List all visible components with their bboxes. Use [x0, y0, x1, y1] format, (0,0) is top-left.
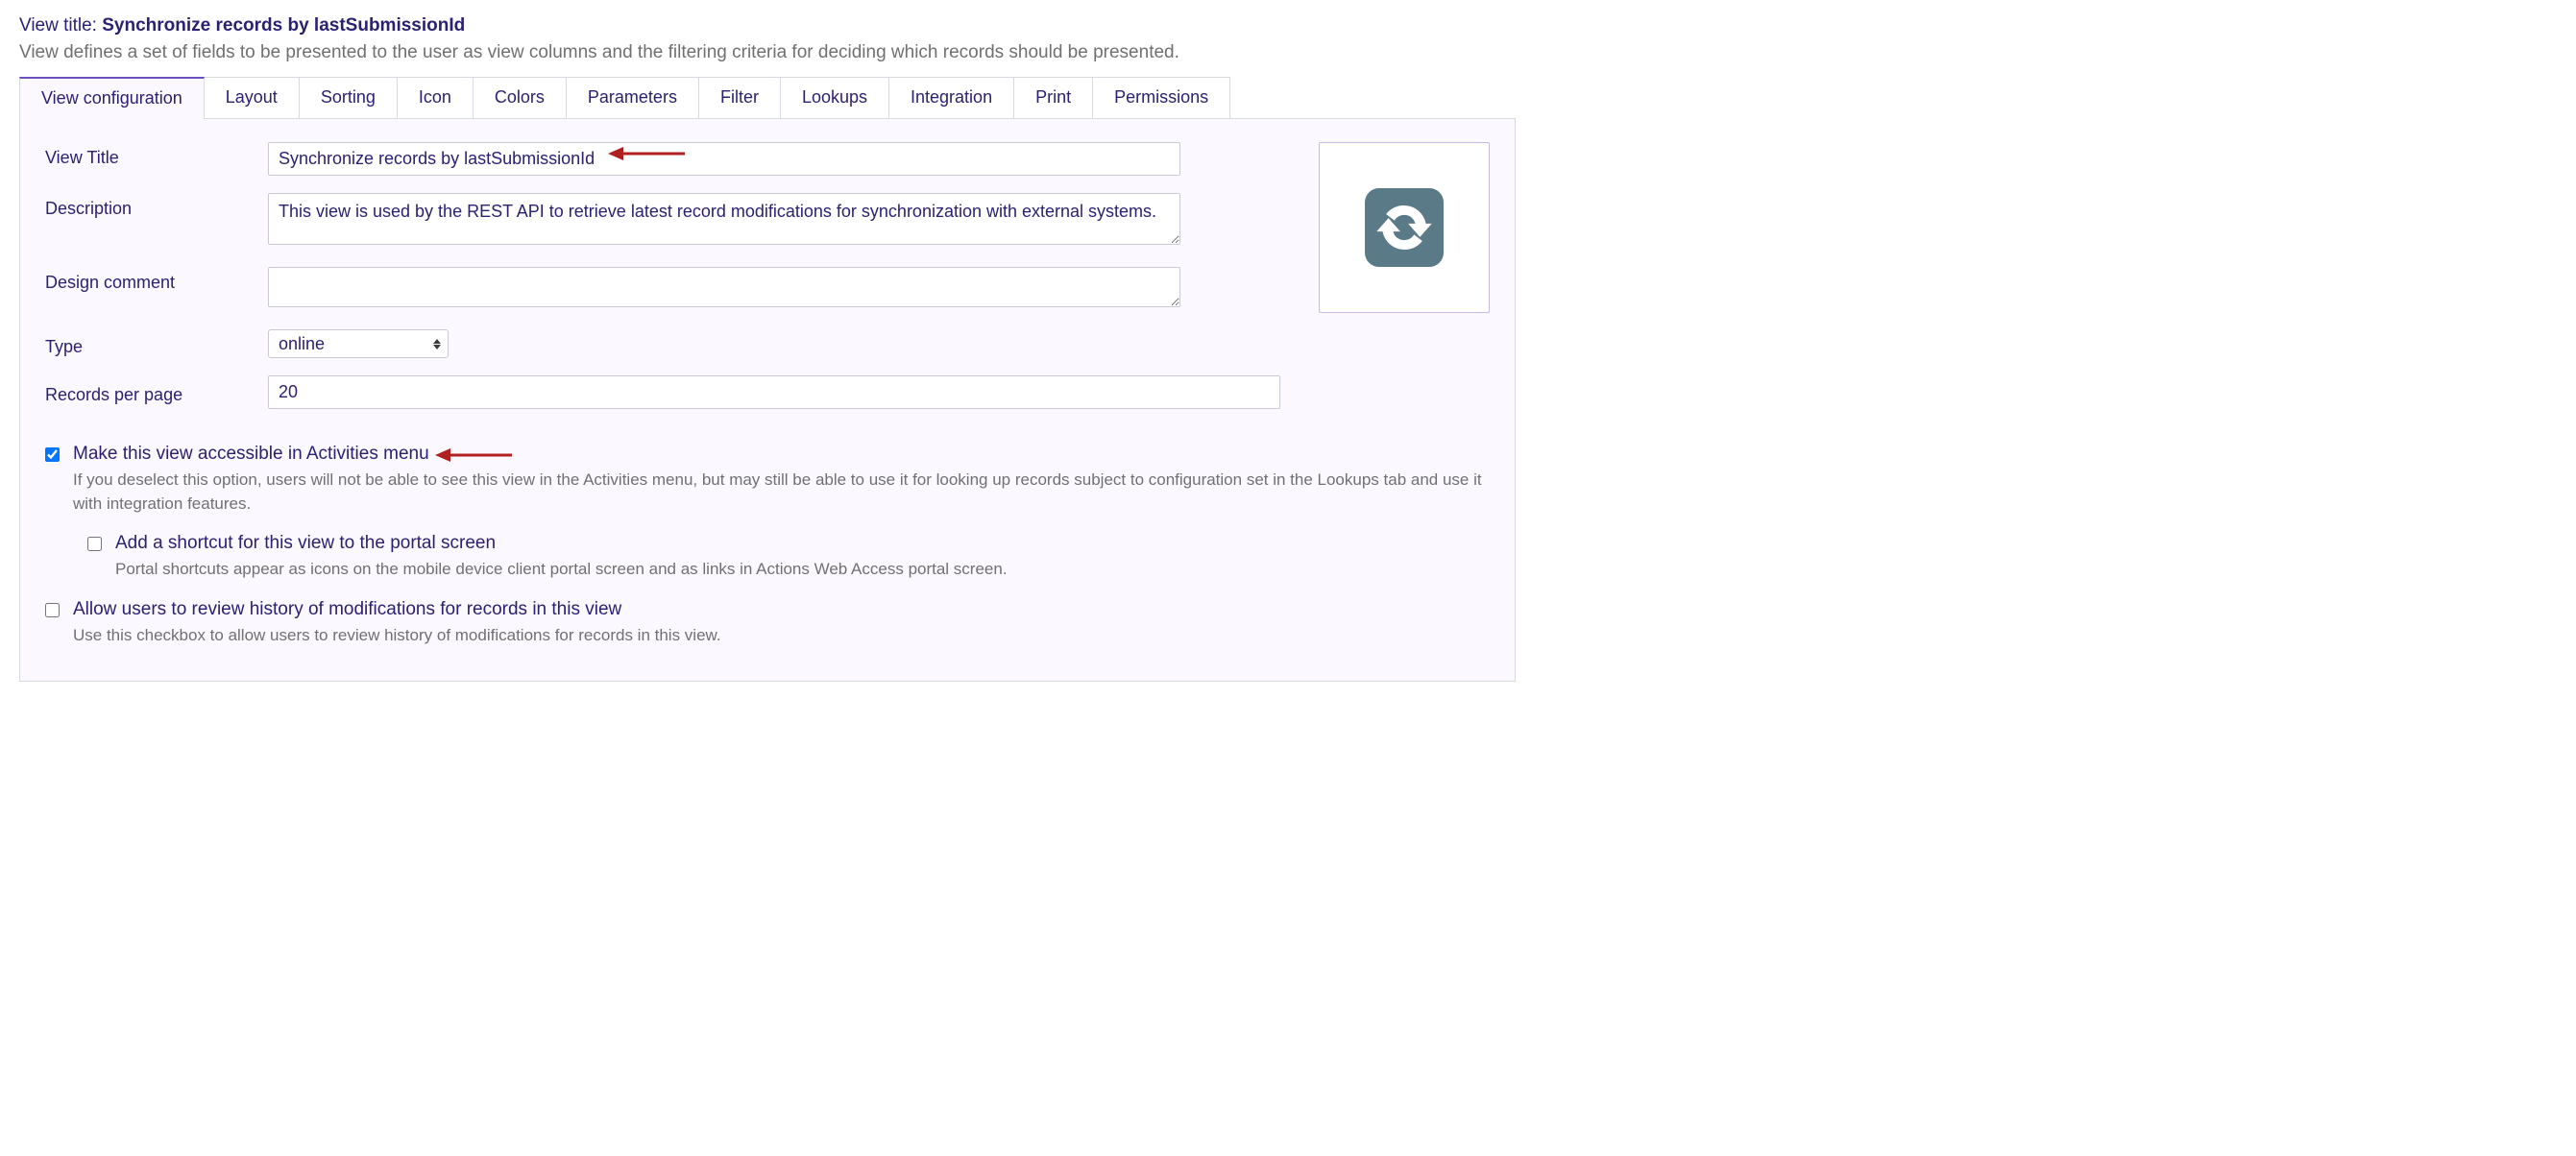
tab-layout[interactable]: Layout	[204, 77, 300, 118]
icon-preview-box	[1319, 142, 1490, 426]
shortcut-checkbox[interactable]	[87, 537, 102, 551]
type-label: Type	[45, 331, 268, 357]
sync-icon	[1365, 188, 1444, 267]
tab-bar: View configuration Layout Sorting Icon C…	[19, 77, 1516, 118]
records-per-page-label: Records per page	[45, 379, 268, 405]
shortcut-checkbox-row: Add a shortcut for this view to the port…	[87, 533, 1490, 554]
design-comment-input[interactable]	[268, 267, 1180, 307]
type-select[interactable]: online	[268, 329, 449, 358]
annotation-arrow-icon	[608, 144, 685, 163]
tab-parameters[interactable]: Parameters	[566, 77, 699, 118]
view-title-input[interactable]	[268, 142, 1180, 176]
tab-print[interactable]: Print	[1013, 77, 1093, 118]
tab-integration[interactable]: Integration	[888, 77, 1014, 118]
accessible-label: Make this view accessible in Activities …	[73, 444, 429, 465]
accessible-checkbox[interactable]	[45, 447, 60, 462]
design-comment-label: Design comment	[45, 267, 268, 293]
config-panel: View Title Description Design comment	[19, 118, 1516, 682]
shortcut-label: Add a shortcut for this view to the port…	[115, 533, 496, 554]
annotation-arrow-icon	[435, 446, 512, 465]
tab-colors[interactable]: Colors	[473, 77, 567, 118]
tab-view-configuration[interactable]: View configuration	[19, 77, 205, 118]
type-select-value: online	[269, 332, 430, 356]
description-input[interactable]	[268, 193, 1180, 245]
select-arrows-icon	[430, 339, 448, 349]
page-title-value: Synchronize records by lastSubmissionId	[102, 15, 465, 36]
tab-filter[interactable]: Filter	[698, 77, 781, 118]
history-checkbox-row: Allow users to review history of modific…	[45, 599, 1490, 620]
history-hint: Use this checkbox to allow users to revi…	[73, 624, 1490, 648]
history-checkbox[interactable]	[45, 603, 60, 617]
tab-lookups[interactable]: Lookups	[780, 77, 889, 118]
records-per-page-input[interactable]	[268, 375, 1280, 409]
tab-icon[interactable]: Icon	[397, 77, 474, 118]
history-label: Allow users to review history of modific…	[73, 599, 621, 620]
page-title-line: View title: Synchronize records by lastS…	[19, 15, 2557, 36]
shortcut-hint: Portal shortcuts appear as icons on the …	[115, 558, 1490, 582]
page-title-label: View title:	[19, 15, 102, 36]
accessible-checkbox-row: Make this view accessible in Activities …	[45, 444, 1490, 465]
description-label: Description	[45, 193, 268, 219]
accessible-hint: If you deselect this option, users will …	[73, 469, 1490, 516]
page-subtitle: View defines a set of fields to be prese…	[19, 42, 2557, 63]
view-title-label: View Title	[45, 142, 268, 168]
tab-permissions[interactable]: Permissions	[1092, 77, 1230, 118]
icon-preview[interactable]	[1319, 142, 1490, 313]
tab-sorting[interactable]: Sorting	[299, 77, 398, 118]
